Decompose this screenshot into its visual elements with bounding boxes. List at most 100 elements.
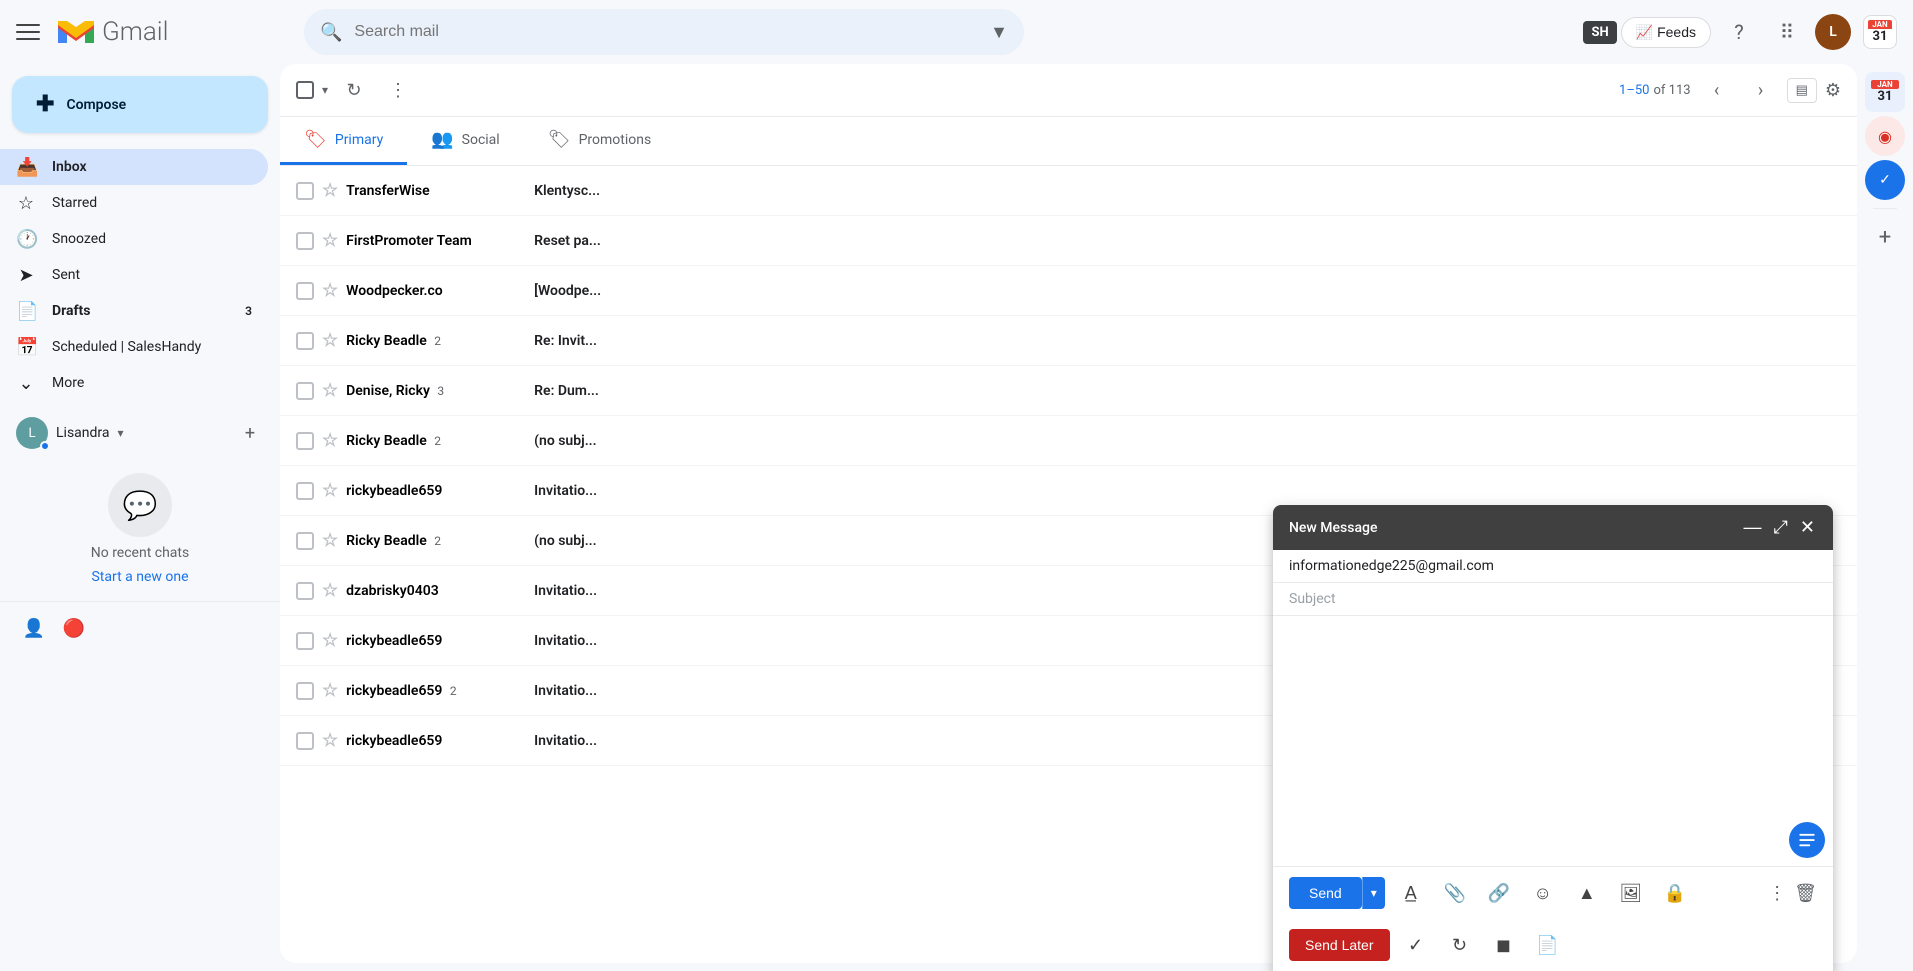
email-row[interactable]: ☆ FirstPromoter Team Reset pa...: [280, 216, 1857, 266]
row-star[interactable]: ☆: [322, 680, 338, 701]
track-check-icon[interactable]: ✓: [1398, 927, 1434, 963]
help-button[interactable]: ?: [1719, 12, 1759, 52]
row-star[interactable]: ☆: [322, 180, 338, 201]
compose-to-field[interactable]: informationedge225@gmail.com: [1273, 550, 1833, 583]
compose-subject-field[interactable]: Subject: [1273, 583, 1833, 616]
row-star[interactable]: ☆: [322, 730, 338, 751]
google-drive-button[interactable]: ▲: [1569, 875, 1605, 911]
compose-body[interactable]: [1273, 616, 1833, 866]
insert-link-button[interactable]: 🔗: [1481, 875, 1517, 911]
settings-button[interactable]: ⚙: [1825, 80, 1841, 101]
tab-primary[interactable]: 🏷 Primary: [280, 117, 407, 165]
email-row[interactable]: ☆ TransferWise Klentysc...: [280, 166, 1857, 216]
row-star[interactable]: ☆: [322, 430, 338, 451]
compose-minimize-button[interactable]: —: [1742, 515, 1764, 540]
select-all-checkbox[interactable]: [296, 81, 314, 99]
social-tab-icon: 👥: [431, 129, 453, 150]
scheduled-label: Scheduled | SalesHandy: [52, 339, 201, 355]
send-later-button[interactable]: Send Later: [1289, 929, 1390, 961]
pagination-next-button[interactable]: ›: [1743, 72, 1779, 108]
feeds-button[interactable]: 📈 Feeds: [1621, 17, 1711, 48]
calendar-sidebar-button[interactable]: JAN 31: [1865, 72, 1905, 112]
insert-emoji-button[interactable]: ☺: [1525, 875, 1561, 911]
pagination-prev-button[interactable]: ‹: [1699, 72, 1735, 108]
compose-button[interactable]: ✚ Compose: [12, 76, 268, 133]
footer-more-button[interactable]: ⋮: [1768, 883, 1786, 904]
email-row[interactable]: ☆ Ricky Beadle 2 (no subj...: [280, 416, 1857, 466]
row-checkbox[interactable]: [296, 732, 314, 750]
add-account-button[interactable]: +: [236, 419, 264, 447]
search-dropdown-icon[interactable]: ▼: [990, 22, 1008, 43]
select-dropdown-icon[interactable]: ▾: [322, 83, 328, 97]
search-input[interactable]: [354, 23, 978, 41]
layers-icon[interactable]: ◼: [1486, 927, 1522, 963]
row-checkbox[interactable]: [296, 632, 314, 650]
snoozed-icon: 🕐: [16, 229, 36, 250]
compose-close-button[interactable]: ✕: [1798, 515, 1817, 540]
hamburger-menu-button[interactable]: [16, 20, 40, 44]
row-checkbox[interactable]: [296, 382, 314, 400]
format-text-button[interactable]: A̲: [1393, 875, 1429, 911]
row-checkbox[interactable]: [296, 232, 314, 250]
sidebar-item-sent[interactable]: ➤ Sent: [0, 257, 268, 293]
apps-button[interactable]: ⠿: [1767, 12, 1807, 52]
send-button[interactable]: Send: [1289, 877, 1362, 909]
row-star[interactable]: ☆: [322, 630, 338, 651]
row-subject: [Woodpe...: [534, 283, 1841, 299]
gmail-logo: Gmail: [56, 17, 168, 47]
send-dropdown-button[interactable]: ▾: [1362, 877, 1385, 909]
row-checkbox[interactable]: [296, 532, 314, 550]
row-checkbox[interactable]: [296, 682, 314, 700]
email-row[interactable]: ☆ Woodpecker.co [Woodpe...: [280, 266, 1857, 316]
refresh-button[interactable]: ↻: [336, 72, 372, 108]
more-options-icon[interactable]: 🔒: [1657, 875, 1693, 911]
primary-tab-label: Primary: [335, 132, 383, 148]
delete-draft-button[interactable]: 🗑: [1794, 883, 1817, 904]
insert-photo-button[interactable]: 🖼: [1613, 875, 1649, 911]
email-row[interactable]: ☆ Denise, Ricky 3 Re: Dum...: [280, 366, 1857, 416]
right-sidebar: JAN 31 ◉ ✓ +: [1857, 64, 1913, 971]
row-star[interactable]: ☆: [322, 230, 338, 251]
row-checkbox[interactable]: [296, 432, 314, 450]
meet-icon[interactable]: 🔴: [56, 610, 92, 646]
sidebar-item-starred[interactable]: ☆ Starred: [0, 185, 268, 221]
schedule-refresh-icon[interactable]: ↻: [1442, 927, 1478, 963]
row-star[interactable]: ☆: [322, 330, 338, 351]
chat-start-new-link[interactable]: Start a new one: [91, 569, 188, 585]
row-star[interactable]: ☆: [322, 280, 338, 301]
row-checkbox[interactable]: [296, 582, 314, 600]
tab-promotions[interactable]: 🏷 Promotions: [524, 117, 675, 165]
send-button-group: Send ▾: [1289, 877, 1385, 909]
toolbar-more-button[interactable]: ⋮: [380, 72, 416, 108]
sidebar-item-inbox[interactable]: 📥 Inbox: [0, 149, 268, 185]
new-chat-icon[interactable]: 👤: [16, 610, 52, 646]
row-sender: rickybeadle659: [346, 633, 526, 649]
row-star[interactable]: ☆: [322, 480, 338, 501]
email-row[interactable]: ☆ Ricky Beadle 2 Re: Invit...: [280, 316, 1857, 366]
row-star[interactable]: ☆: [322, 530, 338, 551]
row-checkbox[interactable]: [296, 282, 314, 300]
row-star[interactable]: ☆: [322, 580, 338, 601]
account-avatar-button[interactable]: L: [1815, 14, 1851, 50]
sidebar-item-more[interactable]: ⌄ More: [0, 365, 268, 401]
calendar-widget[interactable]: JAN 31: [1863, 15, 1897, 49]
compose-header[interactable]: New Message — ⤢ ✕: [1273, 505, 1833, 550]
account-row[interactable]: L Lisandra ▾ +: [0, 409, 280, 457]
density-button[interactable]: ▤: [1787, 78, 1817, 103]
saleshandy-icon[interactable]: [1789, 822, 1825, 858]
sidebar-item-snoozed[interactable]: 🕐 Snoozed: [0, 221, 268, 257]
compose-expand-button[interactable]: ⤢: [1772, 515, 1790, 540]
document-icon[interactable]: 📄: [1530, 927, 1566, 963]
sidebar-item-scheduled[interactable]: 📅 Scheduled | SalesHandy: [0, 329, 268, 365]
feeds-icon: 📈: [1636, 24, 1653, 41]
row-star[interactable]: ☆: [322, 380, 338, 401]
attach-file-button[interactable]: 📎: [1437, 875, 1473, 911]
row-checkbox[interactable]: [296, 482, 314, 500]
row-checkbox[interactable]: [296, 182, 314, 200]
add-sidebar-button[interactable]: +: [1865, 217, 1905, 257]
keep-sidebar-button[interactable]: ✓: [1865, 160, 1905, 200]
sidebar-item-drafts[interactable]: 📄 Drafts 3: [0, 293, 268, 329]
tab-social[interactable]: 👥 Social: [407, 117, 523, 165]
tasks-sidebar-button[interactable]: ◉: [1865, 116, 1905, 156]
row-checkbox[interactable]: [296, 332, 314, 350]
